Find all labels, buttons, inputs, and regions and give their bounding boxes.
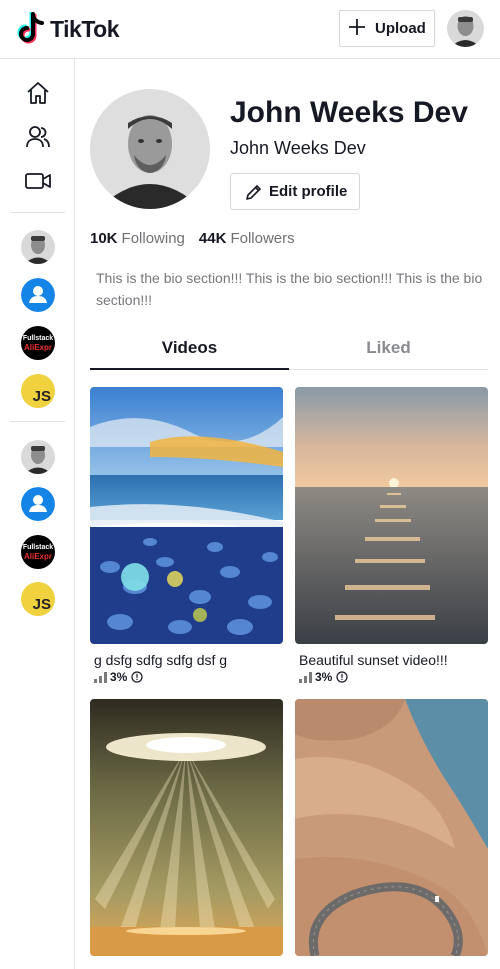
- sidebar-account-js-avatar[interactable]: JS: [21, 374, 55, 408]
- user-icon: [21, 487, 55, 521]
- following-label[interactable]: Following: [122, 230, 185, 247]
- js-label: JS: [32, 596, 51, 613]
- video-card[interactable]: [295, 699, 488, 956]
- info-icon[interactable]: [131, 671, 143, 683]
- header-avatar[interactable]: [447, 10, 484, 47]
- video-card[interactable]: Beautiful sunset video!!! 3%: [295, 387, 488, 684]
- video-title: Beautiful sunset video!!!: [299, 652, 448, 668]
- edit-profile-button[interactable]: Edit profile: [230, 173, 360, 210]
- upload-button[interactable]: Upload: [339, 10, 435, 47]
- sidebar-divider: [10, 212, 65, 213]
- upload-label: Upload: [375, 20, 426, 37]
- video-thumbnail[interactable]: [295, 387, 488, 644]
- logo-text: TikTok: [50, 15, 120, 42]
- tab-liked[interactable]: Liked: [289, 330, 488, 370]
- sidebar-divider: [10, 421, 65, 422]
- tiktok-logo[interactable]: TikTok: [16, 12, 120, 46]
- sidebar-account-js-avatar[interactable]: JS: [21, 582, 55, 616]
- sidebar-account-fullstack-avatar[interactable]: Fullstack AliExpr: [21, 535, 55, 569]
- fullstack-line1: Fullstack: [22, 543, 54, 551]
- video-card[interactable]: [90, 699, 283, 956]
- followers-label[interactable]: Followers: [230, 230, 294, 247]
- video-meta: 3%: [299, 670, 488, 684]
- video-title: g dsfg sdfg sdfg dsf g: [94, 652, 228, 668]
- followers-count: 44K: [198, 230, 227, 247]
- profile-name: John Weeks Dev: [230, 96, 468, 129]
- video-meta: 3%: [94, 670, 283, 684]
- profile-avatar[interactable]: [90, 89, 210, 209]
- profile-bio: This is the bio section!!! This is the b…: [96, 270, 483, 308]
- edit-profile-label: Edit profile: [269, 183, 348, 200]
- following-count: 10K: [90, 230, 118, 247]
- video-thumbnail[interactable]: [90, 699, 283, 956]
- video-percent: 3%: [315, 670, 333, 684]
- profile-username: John Weeks Dev: [230, 138, 366, 158]
- user-icon: [21, 278, 55, 312]
- video-card[interactable]: g dsfg sdfg sdfg dsf g 3%: [90, 387, 283, 684]
- sidebar-account-fullstack-avatar[interactable]: Fullstack AliExpr: [21, 326, 55, 360]
- live-video-icon[interactable]: [24, 167, 52, 195]
- sidebar: Fullstack AliExpr JS Fullstack AliExpr J…: [0, 59, 75, 969]
- profile-stats: 10K Following 44K Followers: [90, 230, 295, 247]
- pencil-icon: [246, 184, 261, 200]
- signal-bars-icon: [299, 671, 312, 683]
- video-thumbnail[interactable]: [90, 387, 283, 644]
- tab-videos[interactable]: Videos: [90, 330, 289, 370]
- sidebar-account-default-avatar[interactable]: [21, 487, 55, 521]
- fullstack-line2: AliExpr: [23, 551, 52, 561]
- tiktok-logo-icon: [17, 12, 44, 44]
- plus-icon: [348, 17, 366, 41]
- fullstack-line2: AliExpr: [23, 342, 52, 352]
- info-icon[interactable]: [336, 671, 348, 683]
- following-icon[interactable]: [24, 123, 52, 151]
- js-label: JS: [32, 388, 51, 405]
- sidebar-account-avatar[interactable]: [21, 440, 55, 474]
- sidebar-account-avatar[interactable]: [21, 230, 55, 264]
- sidebar-account-default-avatar[interactable]: [21, 278, 55, 312]
- video-thumbnail[interactable]: [295, 699, 488, 956]
- video-percent: 3%: [110, 670, 128, 684]
- fullstack-line1: Fullstack: [22, 334, 54, 342]
- signal-bars-icon: [94, 671, 107, 683]
- top-header: TikTok Upload: [0, 0, 500, 59]
- home-icon[interactable]: [24, 79, 52, 107]
